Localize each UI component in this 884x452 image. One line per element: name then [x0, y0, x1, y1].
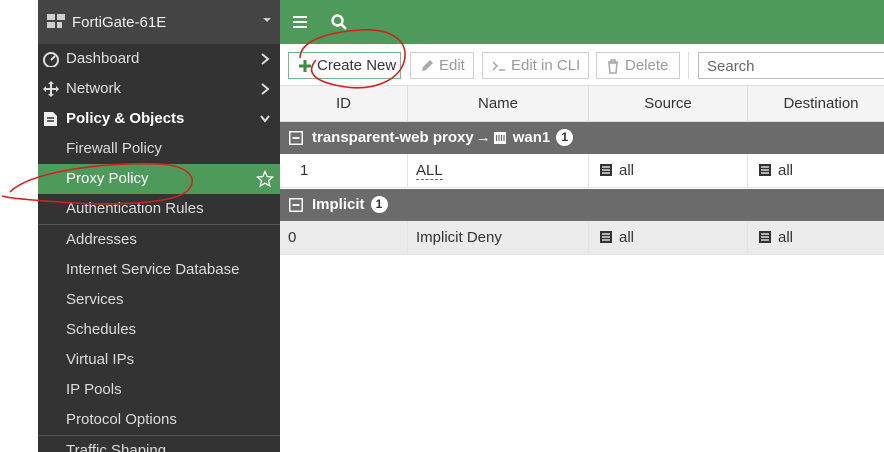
sidebar-item-label: Services: [66, 291, 124, 308]
sidebar-item-label: Addresses: [66, 231, 137, 248]
device-icon: [47, 14, 65, 28]
policy-group-header[interactable]: transparent-web proxy → wan1 1: [280, 122, 884, 154]
sidebar-item-virtual-ips[interactable]: Virtual IPs: [38, 345, 280, 375]
arrow-icon: →: [475, 129, 491, 146]
count-badge: 1: [370, 196, 388, 213]
sidebar-item-authentication-rules[interactable]: Authentication Rules: [38, 194, 280, 224]
chevron-right-icon: [261, 83, 270, 95]
sidebar-item-label: Traffic Shaping: [66, 442, 167, 452]
sidebar-item-proxy-policy[interactable]: Proxy Policy: [38, 164, 280, 194]
toolbar: Create New Edit Edit in CLI Delete Searc…: [280, 44, 884, 86]
top-bar: [280, 0, 884, 44]
policy-group-header[interactable]: Implicit 1: [280, 189, 884, 221]
policy-name-link[interactable]: ALL: [416, 163, 443, 180]
sidebar-item-traffic-shaping[interactable]: Traffic Shaping: [38, 436, 280, 452]
create-new-label: Create New: [317, 57, 397, 74]
table-row[interactable]: 1 ALL all all: [280, 154, 884, 188]
device-header[interactable]: FortiGate-61E: [38, 0, 280, 44]
cell-destination: all: [748, 221, 884, 255]
cell-source: all: [589, 154, 748, 188]
source-value[interactable]: all: [619, 162, 634, 179]
source-value[interactable]: all: [619, 229, 634, 246]
interface-port-icon: [493, 131, 506, 144]
address-icon: [759, 164, 771, 176]
search-icon[interactable]: [330, 13, 348, 31]
address-icon: [759, 231, 771, 243]
sidebar-item-label: Proxy Policy: [66, 170, 149, 187]
terminal-icon: [492, 60, 505, 71]
trash-icon: [608, 58, 618, 74]
star-icon[interactable]: [256, 170, 274, 188]
nav-label: Dashboard: [66, 50, 140, 67]
cell-name: ALL: [408, 154, 589, 188]
toolbar-divider: [688, 52, 689, 79]
column-header-id[interactable]: ID: [280, 86, 408, 122]
cell-id: 0: [280, 221, 408, 255]
create-new-button[interactable]: Create New: [288, 52, 401, 79]
collapse-icon[interactable]: [289, 198, 303, 212]
search-placeholder: Search: [707, 58, 755, 75]
cell-id: 1: [280, 154, 408, 188]
hamburger-menu-icon[interactable]: [292, 14, 308, 30]
cell-destination: all: [748, 154, 884, 188]
sidebar-item-label: Firewall Policy: [66, 140, 162, 157]
address-icon: [600, 164, 612, 176]
sidebar-item-label: Internet Service Database: [66, 261, 240, 278]
fortigate-window: FortiGate-61E Dashboard Network Policy &…: [0, 0, 884, 452]
destination-value[interactable]: all: [778, 162, 793, 179]
nav-dashboard[interactable]: Dashboard: [38, 44, 280, 74]
column-header-source[interactable]: Source: [589, 86, 748, 122]
nav-label: Policy & Objects: [66, 110, 185, 127]
nav-network[interactable]: Network: [38, 74, 280, 104]
sidebar-item-firewall-policy[interactable]: Firewall Policy: [38, 134, 280, 164]
sidebar: FortiGate-61E Dashboard Network Policy &…: [38, 0, 280, 452]
sidebar-item-label: Authentication Rules: [66, 200, 204, 217]
group-label: transparent-web proxy → wan1 1: [312, 129, 574, 146]
address-icon: [600, 231, 612, 243]
group-title: Implicit: [312, 196, 365, 213]
sidebar-item-ip-pools[interactable]: IP Pools: [38, 375, 280, 405]
pencil-icon: [422, 59, 433, 71]
cell-source: all: [589, 221, 748, 255]
edit-in-cli-button[interactable]: Edit in CLI: [482, 52, 589, 79]
collapse-icon[interactable]: [289, 131, 303, 145]
sidebar-item-services[interactable]: Services: [38, 285, 280, 315]
sidebar-item-label: Virtual IPs: [66, 351, 135, 368]
dashboard-icon: [43, 52, 59, 67]
caret-down-icon[interactable]: [262, 15, 272, 25]
network-icon: [43, 81, 59, 97]
edit-in-cli-label: Edit in CLI: [511, 57, 581, 74]
table-header: ID Name Source Destination: [280, 86, 884, 122]
sidebar-item-label: IP Pools: [66, 381, 122, 398]
table-row[interactable]: 0 Implicit Deny all all: [280, 221, 884, 255]
nav-policy-objects[interactable]: Policy & Objects: [38, 104, 280, 134]
sidebar-item-label: Protocol Options: [66, 411, 177, 428]
column-header-destination[interactable]: Destination: [748, 86, 884, 122]
chevron-down-icon: [260, 115, 270, 123]
destination-value[interactable]: all: [778, 229, 793, 246]
edit-button[interactable]: Edit: [410, 52, 474, 79]
group-source-interface: transparent-web proxy: [312, 129, 474, 146]
sidebar-item-addresses[interactable]: Addresses: [38, 225, 280, 255]
sidebar-item-schedules[interactable]: Schedules: [38, 315, 280, 345]
chevron-right-icon: [261, 53, 270, 65]
count-badge: 1: [556, 129, 574, 146]
search-input[interactable]: Search: [698, 52, 884, 79]
sidebar-item-label: Schedules: [66, 321, 137, 338]
policy-icon: [44, 112, 57, 126]
plus-icon: [299, 59, 311, 72]
group-label: Implicit 1: [312, 196, 388, 213]
sidebar-item-protocol-options[interactable]: Protocol Options: [38, 405, 280, 435]
cell-name: Implicit Deny: [408, 221, 589, 255]
device-name: FortiGate-61E: [72, 13, 167, 31]
delete-label: Delete: [625, 57, 669, 74]
column-header-name[interactable]: Name: [408, 86, 589, 122]
nav-label: Network: [66, 80, 122, 97]
sidebar-item-internet-service-database[interactable]: Internet Service Database: [38, 255, 280, 285]
delete-button[interactable]: Delete: [596, 52, 680, 79]
group-destination-interface: wan1: [512, 129, 551, 146]
edit-label: Edit: [439, 57, 465, 74]
